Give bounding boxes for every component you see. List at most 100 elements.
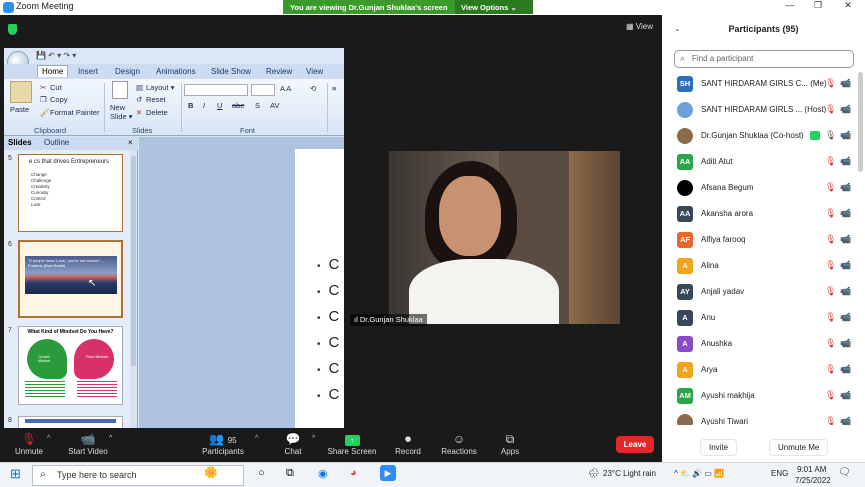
unmute-button[interactable]: 🎙 Unmute xyxy=(4,428,54,462)
slide-bullet-text: C xyxy=(328,386,340,403)
search-placeholder: Find a participant xyxy=(692,54,754,63)
underline-button: U xyxy=(217,101,223,110)
edge-icon[interactable]: ◉ xyxy=(318,467,328,480)
start-video-button[interactable]: 📹 Start Video xyxy=(63,428,113,462)
taskbar-search-placeholder: Type here to search xyxy=(57,470,137,480)
notifications-icon[interactable]: 🗨 xyxy=(838,467,851,478)
security-shield-icon[interactable] xyxy=(8,24,17,35)
participant-name: Anushka xyxy=(701,339,733,348)
chrome-icon[interactable]: ◕ xyxy=(350,467,357,479)
chat-button[interactable]: 💬 Chat xyxy=(268,428,318,462)
tab-animations: Animations xyxy=(156,67,196,76)
zoom-taskbar-icon[interactable]: ▶ xyxy=(380,465,396,481)
paragraph-icon: ≡ xyxy=(332,84,337,93)
video-off-icon: 📹 xyxy=(840,286,852,296)
participant-row[interactable]: Ayushi Tiwari 🎙 📹 xyxy=(662,410,858,425)
record-button[interactable]: ⏺ Record xyxy=(383,428,433,462)
share-screen-button[interactable]: ↑ Share Screen xyxy=(327,428,377,462)
video-off-icon: 📹 xyxy=(840,338,852,348)
participant-row[interactable]: Afsana Begum 🎙 📹 xyxy=(662,176,858,202)
avatar: A xyxy=(677,336,693,352)
participant-name: Anu xyxy=(701,313,716,322)
chat-label: Chat xyxy=(284,447,302,456)
video-off-icon: 📹 xyxy=(840,364,852,374)
font-name-box xyxy=(184,84,248,96)
view-button[interactable]: ▦ View xyxy=(626,22,653,31)
participant-row[interactable]: Dr.Gunjan Shuklaa (Co-host) 🎙 📹 xyxy=(662,124,858,150)
close-button[interactable]: ✕ xyxy=(838,0,858,11)
thumb-number: 5 xyxy=(8,155,12,162)
thumb-number: 6 xyxy=(8,241,12,248)
view-options-button[interactable]: View Options ⌄ xyxy=(455,0,533,14)
participant-name: Arya xyxy=(701,365,718,374)
participant-row[interactable]: A Anushka 🎙 📹 xyxy=(662,332,858,358)
panel-scrollbar[interactable] xyxy=(858,72,863,172)
participant-name: Alina xyxy=(701,261,719,270)
participant-row[interactable]: A Arya 🎙 📹 xyxy=(662,358,858,384)
clock-date[interactable]: 7/25/2022 xyxy=(795,476,831,485)
participant-search-input[interactable]: ⌕ Find a participant xyxy=(674,50,854,68)
weather-text[interactable]: 23°C Light rain xyxy=(603,469,656,478)
tab-design: Design xyxy=(115,67,140,76)
tab-home: Home xyxy=(37,65,69,77)
cut-label: Cut xyxy=(50,83,62,92)
bold-button: B xyxy=(188,101,194,110)
avatar xyxy=(677,414,693,425)
slide-bullet-text: C xyxy=(328,282,340,299)
participant-row[interactable]: AM Ayushi makhija 🎙 📹 xyxy=(662,384,858,410)
paste-icon xyxy=(10,81,32,103)
zoom-window: Zoom Meeting — ❐ ✕ You are viewing Dr.Gu… xyxy=(0,0,865,487)
participant-row[interactable]: SH SANT HIRDARAM GIRLS C... (Me) 🎙 📹 xyxy=(662,72,858,98)
window-title: Zoom Meeting xyxy=(16,1,74,11)
apps-button[interactable]: ⧉ Apps xyxy=(485,428,535,462)
participant-row[interactable]: AF Alfiya farooq 🎙 📹 xyxy=(662,228,858,254)
chat-caret[interactable]: ^ xyxy=(312,435,315,442)
maximize-button[interactable]: ❐ xyxy=(808,0,828,11)
video-off-icon: 📹 xyxy=(840,234,852,244)
reset-icon: ↺ xyxy=(136,95,143,104)
invite-button[interactable]: Invite xyxy=(700,439,738,456)
participant-row[interactable]: AY Anjali yadav 🎙 📹 xyxy=(662,280,858,306)
slide-thumb-7: What Kind of Mindset Do You Have? Growth… xyxy=(18,326,123,405)
search-icon: ⌕ xyxy=(680,53,686,63)
participant-row[interactable]: AA Akansha arora 🎙 📹 xyxy=(662,202,858,228)
reactions-button[interactable]: ☺ Reactions xyxy=(434,428,484,462)
muted-mic-icon: 🎙 xyxy=(825,208,837,218)
panel-footer: Invite Unmute Me xyxy=(662,425,865,462)
participant-row[interactable]: SANT HIRDARAM GIRLS ... (Host) 🎙 📹 xyxy=(662,98,858,124)
participants-caret[interactable]: ^ xyxy=(255,435,258,442)
audio-options-caret[interactable]: ^ xyxy=(47,435,50,442)
muted-mic-icon: 🎙 xyxy=(825,416,837,425)
language-indicator[interactable]: ENG xyxy=(771,469,788,478)
participant-row[interactable]: A Anu 🎙 📹 xyxy=(662,306,858,332)
windows-start-icon[interactable]: ⊞ xyxy=(10,466,21,482)
leave-button[interactable]: Leave xyxy=(616,436,654,453)
tray-icons[interactable]: ^ ⛅ 🔊 ▭ 📶 xyxy=(674,469,724,478)
thumb-scrollbar xyxy=(130,150,137,428)
news-widget-icon[interactable]: 🌼 xyxy=(204,466,218,479)
slide-thumbnail-pane: Slides Outline × 5 e cs that drives Entr… xyxy=(4,137,138,428)
video-off-icon: 📹 xyxy=(840,182,852,192)
participant-row[interactable]: A Alina 🎙 📹 xyxy=(662,254,858,280)
new-slide-icon xyxy=(112,81,128,99)
video-off-icon: 📹 xyxy=(840,260,852,270)
slide-bullet-text: C xyxy=(328,334,340,351)
video-options-caret[interactable]: ^ xyxy=(109,435,112,442)
participant-name: Ayushi makhija xyxy=(701,391,755,400)
format-painter-icon: 🖌 xyxy=(40,108,50,117)
participant-row[interactable]: AA Aditi Atut 🎙 📹 xyxy=(662,150,858,176)
slide-thumb-5: e cs that drives Entrepreneurs Change Cha… xyxy=(18,154,123,232)
muted-mic-icon: 🎙 xyxy=(825,130,837,140)
panel-header: ⌄ Participants (95) xyxy=(662,15,865,43)
cortana-icon[interactable]: ○ xyxy=(258,467,265,479)
muted-mic-icon: 🎙 xyxy=(825,182,837,192)
thumb-scroll-thumb xyxy=(131,156,136,366)
task-view-icon[interactable]: ⧉ xyxy=(286,467,294,480)
video-off-icon: 📹 xyxy=(840,390,852,400)
unmute-me-button[interactable]: Unmute Me xyxy=(769,439,829,456)
participants-button[interactable]: 👥 95 Participants xyxy=(198,428,248,462)
reactions-label: Reactions xyxy=(441,447,477,456)
avatar: AA xyxy=(677,154,693,170)
minimize-button[interactable]: — xyxy=(780,0,800,10)
clock-time[interactable]: 9:01 AM xyxy=(797,465,826,474)
